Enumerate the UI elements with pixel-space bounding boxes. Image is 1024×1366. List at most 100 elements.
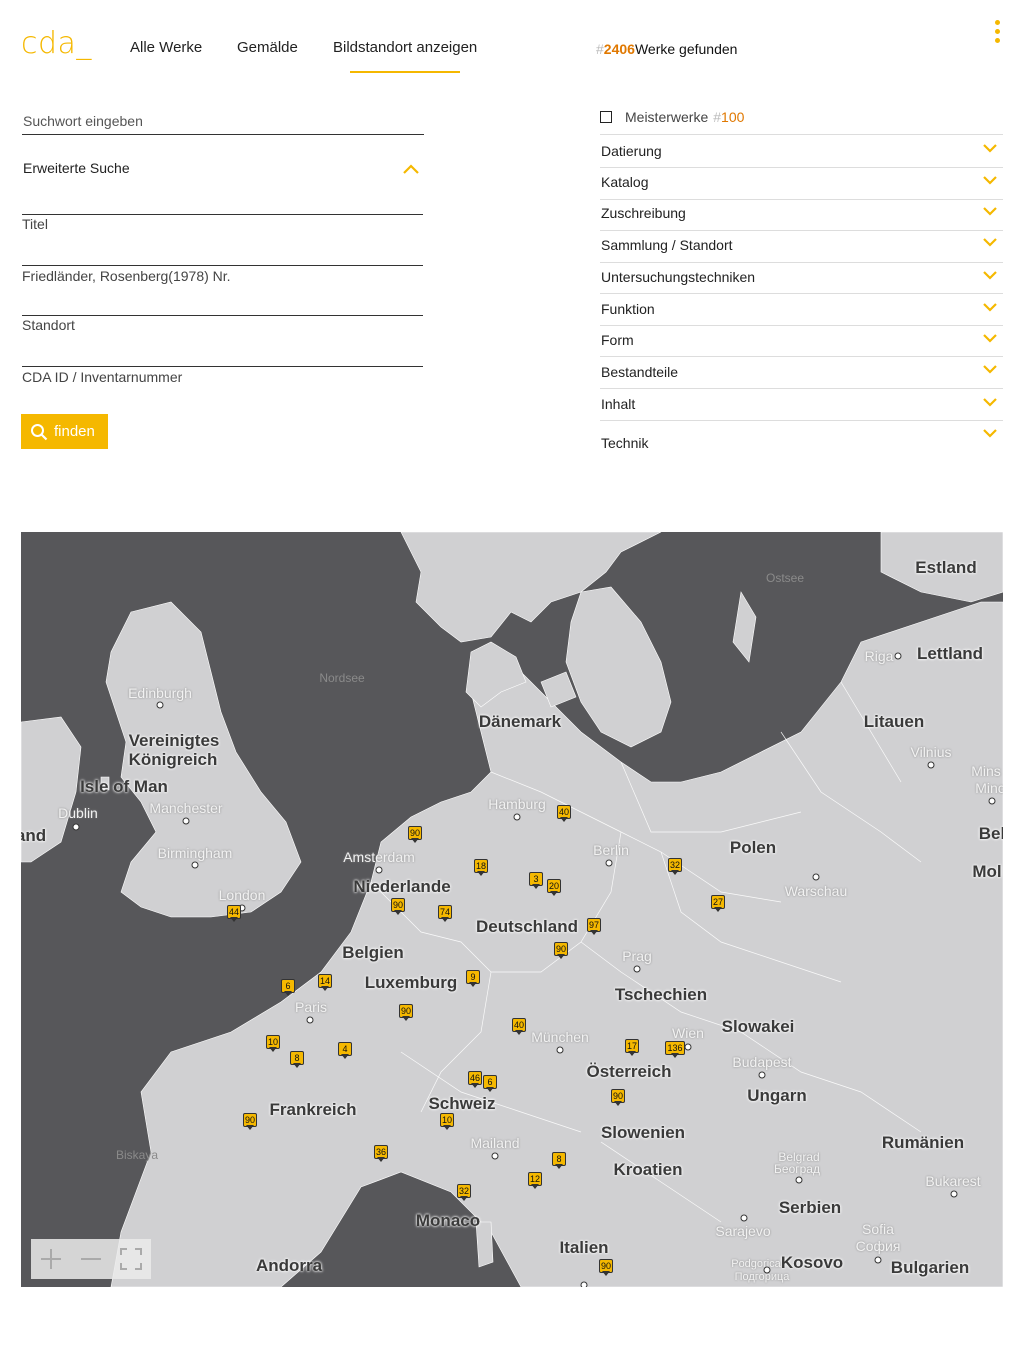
advanced-search-label[interactable]: Erweiterte Suche	[23, 160, 130, 176]
city-dot-icon	[156, 701, 164, 709]
chevron-down-icon[interactable]	[982, 428, 998, 439]
map-marker[interactable]: 32	[457, 1184, 471, 1202]
nav-show-location[interactable]: Bildstandort anzeigen	[333, 39, 477, 73]
map-marker[interactable]: 36	[374, 1145, 388, 1163]
map-marker[interactable]: 74	[438, 905, 452, 923]
marker-pointer-icon	[671, 1053, 679, 1058]
filter-label: Bestandteile	[601, 364, 679, 380]
map-marker[interactable]: 17	[625, 1039, 639, 1057]
city-dot-icon	[894, 652, 902, 660]
filter-label: Datierung	[601, 143, 662, 159]
chevron-down-icon[interactable]	[982, 206, 998, 217]
map-marker[interactable]: 10	[440, 1113, 454, 1131]
map-marker[interactable]: 18	[474, 859, 488, 877]
map-marker[interactable]: 6	[281, 979, 295, 997]
map-zoom-controls	[31, 1239, 151, 1279]
map-marker[interactable]: 44	[227, 905, 241, 923]
map-marker[interactable]: 6	[483, 1075, 497, 1093]
chevron-down-icon[interactable]	[982, 143, 998, 154]
catalog-number-field[interactable]	[22, 265, 423, 266]
city-dot-icon	[874, 1256, 882, 1264]
city-dot-icon	[491, 1152, 499, 1160]
map-marker[interactable]: 4	[338, 1042, 352, 1060]
masterpieces-filter[interactable]: Meisterwerke #100	[600, 109, 744, 125]
map-marker[interactable]: 90	[611, 1089, 625, 1107]
map-marker[interactable]: 32	[668, 858, 682, 876]
map-marker[interactable]: 27	[711, 895, 725, 913]
chevron-down-icon[interactable]	[982, 397, 998, 408]
map-marker[interactable]: 10	[266, 1035, 280, 1053]
divider	[600, 230, 1003, 231]
find-button[interactable]: finden	[21, 414, 108, 449]
filter-label: Zuschreibung	[601, 205, 686, 221]
title-field[interactable]	[22, 214, 423, 215]
marker-pointer-icon	[477, 871, 485, 876]
title-field-label: Titel	[22, 216, 48, 232]
marker-pointer-icon	[628, 1051, 636, 1056]
city-dot-icon	[758, 1071, 766, 1079]
chevron-down-icon[interactable]	[982, 237, 998, 248]
map-marker[interactable]: 3	[529, 872, 543, 890]
results-hash: #	[596, 41, 604, 57]
marker-pointer-icon	[460, 1196, 468, 1201]
marker-pointer-icon	[293, 1063, 301, 1068]
results-number: 2406	[603, 41, 635, 57]
inventory-number-field-label: CDA ID / Inventarnummer	[22, 369, 183, 385]
marker-pointer-icon	[714, 907, 722, 912]
map-marker[interactable]: 8	[552, 1152, 566, 1170]
filter-label: Untersuchungstechniken	[601, 269, 756, 285]
chevron-down-icon[interactable]	[982, 175, 998, 186]
map-marker[interactable]: 90	[243, 1113, 257, 1131]
marker-pointer-icon	[230, 917, 238, 922]
chevron-down-icon[interactable]	[982, 333, 998, 344]
zoom-in-icon[interactable]	[31, 1239, 71, 1279]
map-marker[interactable]: 40	[557, 805, 571, 823]
marker-pointer-icon	[486, 1087, 494, 1092]
masterpieces-checkbox[interactable]	[600, 111, 612, 123]
masterpieces-hash: #	[713, 109, 722, 125]
logo[interactable]: cda_	[21, 26, 92, 61]
nav-all-works[interactable]: Alle Werke	[130, 39, 202, 56]
map-marker[interactable]: 90	[399, 1004, 413, 1022]
map-marker[interactable]: 90	[599, 1259, 613, 1277]
map-marker[interactable]: 97	[587, 918, 601, 936]
zoom-out-icon[interactable]	[71, 1239, 111, 1279]
chevron-down-icon[interactable]	[982, 302, 998, 313]
location-map[interactable]: Estland Lettland Litauen Dänemark Vereinigte…	[21, 532, 1003, 1287]
map-marker[interactable]: 14	[318, 974, 332, 992]
map-marker[interactable]: 9	[466, 970, 480, 988]
fullscreen-icon[interactable]	[111, 1239, 151, 1279]
chevron-down-icon[interactable]	[982, 270, 998, 281]
map-marker[interactable]: 12	[528, 1172, 542, 1190]
nav-paintings[interactable]: Gemälde	[237, 39, 298, 56]
city-dot-icon	[72, 823, 80, 831]
location-field[interactable]	[22, 315, 423, 316]
marker-pointer-icon	[602, 1271, 610, 1276]
inventory-number-field[interactable]	[22, 366, 423, 367]
divider	[600, 134, 1003, 135]
map-marker[interactable]: 90	[391, 898, 405, 916]
filter-label: Technik	[601, 435, 649, 451]
filter-label: Katalog	[601, 174, 649, 190]
map-marker[interactable]: 20	[547, 879, 561, 897]
map-marker[interactable]: 46	[468, 1071, 482, 1089]
map-marker[interactable]: 40	[512, 1018, 526, 1036]
chevron-up-icon[interactable]	[402, 163, 420, 175]
city-dot-icon	[812, 873, 820, 881]
search-icon	[31, 423, 48, 440]
divider	[600, 262, 1003, 263]
results-count: #2406Werke gefunden	[596, 41, 737, 57]
marker-pointer-icon	[471, 1083, 479, 1088]
chevron-down-icon[interactable]	[982, 364, 998, 375]
search-input[interactable]	[22, 108, 424, 135]
map-marker[interactable]: 90	[554, 942, 568, 960]
map-marker[interactable]: 8	[290, 1051, 304, 1069]
map-marker[interactable]: 136	[665, 1041, 685, 1059]
marker-pointer-icon	[557, 954, 565, 959]
divider	[600, 325, 1003, 326]
more-menu-icon[interactable]	[994, 20, 1002, 44]
map-marker[interactable]: 90	[408, 826, 422, 844]
marker-pointer-icon	[590, 930, 598, 935]
marker-pointer-icon	[443, 1125, 451, 1130]
city-dot-icon	[605, 859, 613, 867]
